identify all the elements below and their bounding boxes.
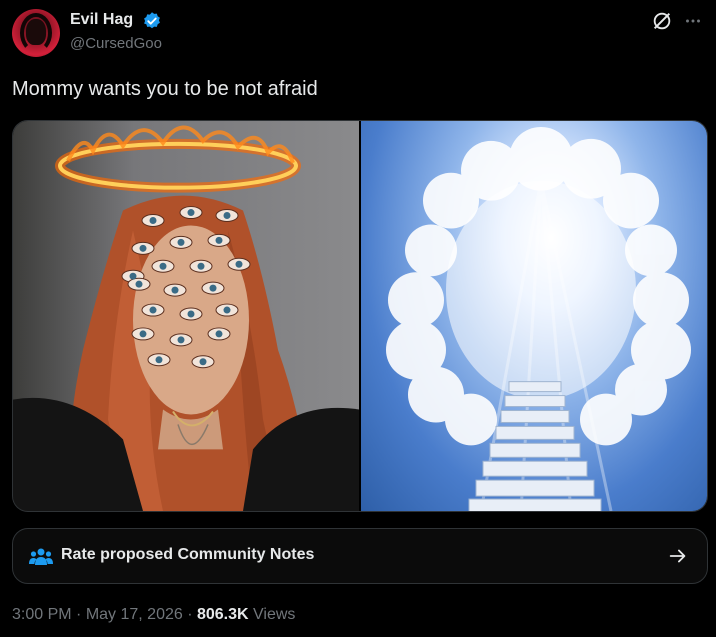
meta-separator: · xyxy=(182,606,197,623)
views-count: 806.3K xyxy=(196,606,249,623)
tweet-time[interactable]: 3:00 PM xyxy=(12,606,72,623)
photo-halo-eyes[interactable] xyxy=(13,121,359,511)
verified-badge-icon xyxy=(144,12,160,29)
meta-separator: · xyxy=(71,606,86,623)
avatar-face xyxy=(26,19,46,45)
views-label: Views xyxy=(248,606,296,623)
more-icon[interactable] xyxy=(682,10,704,32)
community-notes-button[interactable]: Rate proposed Community Notes xyxy=(12,528,708,584)
grok-icon[interactable] xyxy=(651,10,673,32)
photo-heaven-stairs[interactable] xyxy=(361,121,707,511)
photo-halo-eyes-illustration xyxy=(13,125,359,511)
arrow-right-icon xyxy=(669,549,686,563)
media-grid xyxy=(12,120,708,512)
community-notes-label: Rate proposed Community Notes xyxy=(61,546,315,563)
photo-heaven-stairs-illustration xyxy=(386,126,691,511)
author-handle[interactable]: @CursedGoo xyxy=(70,35,162,52)
community-notes-icon xyxy=(29,548,53,565)
tweet-date[interactable]: May 17, 2026 xyxy=(86,606,183,623)
avatar[interactable] xyxy=(12,9,60,57)
tweet-text: Mommy wants you to be not afraid xyxy=(12,78,318,100)
tweet-meta: 3:00 PM · May 17, 2026 · 806.3K Views xyxy=(12,606,295,624)
author-name[interactable]: Evil Hag xyxy=(70,11,133,29)
